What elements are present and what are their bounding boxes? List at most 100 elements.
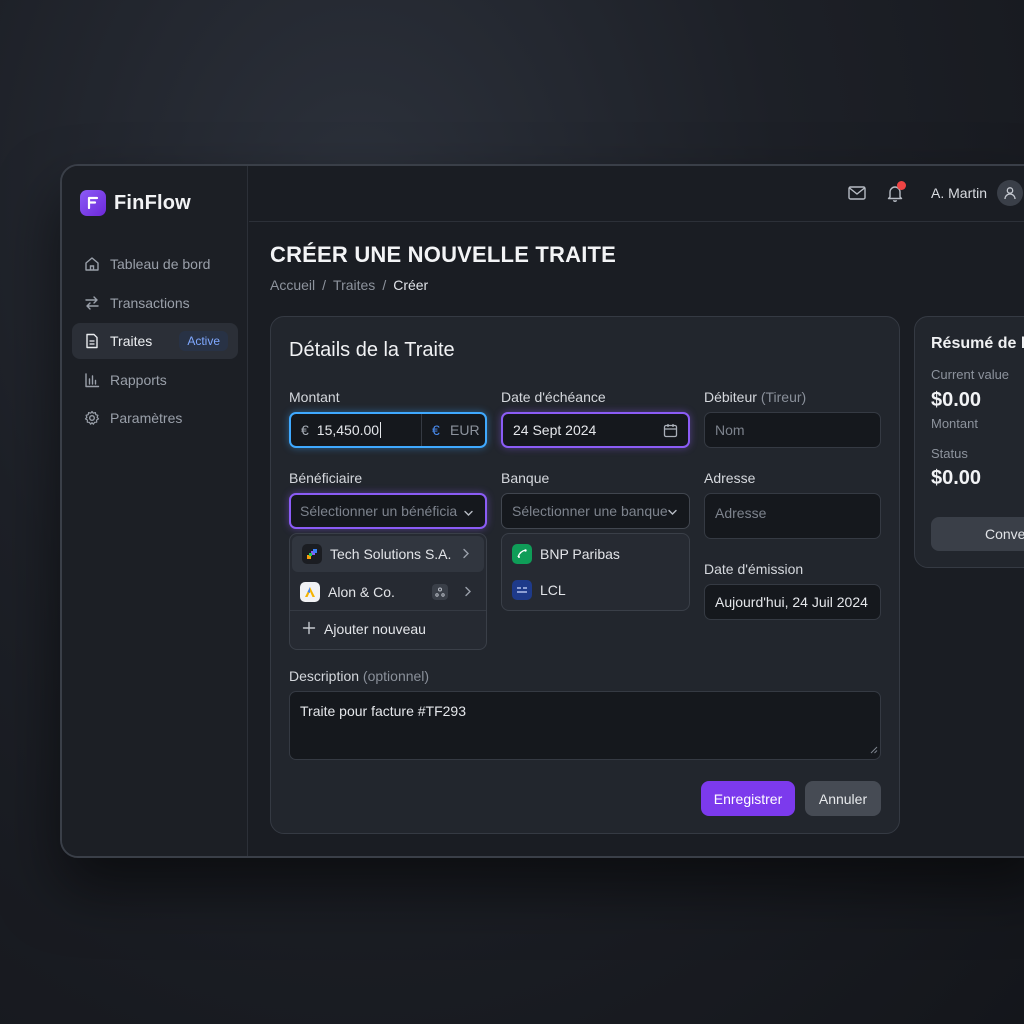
topbar: A. Martin [249, 166, 1024, 222]
beneficiaire-select[interactable]: Sélectionner un bénéficiair [289, 493, 487, 529]
option-label: Ajouter nouveau [324, 621, 426, 637]
beneficiaire-placeholder: Sélectionner un bénéficiair [300, 503, 458, 519]
share-icon[interactable] [432, 584, 448, 600]
status-label: Status [931, 446, 968, 461]
lcl-logo-icon [512, 580, 532, 600]
breadcrumb: Accueil / Traites / Créer [270, 277, 428, 293]
alon-logo-icon [300, 582, 320, 602]
resize-handle-icon[interactable] [870, 741, 878, 757]
summary-title: Résumé de la [931, 335, 1024, 352]
banque-dropdown: BNP Paribas LCL [501, 533, 690, 611]
sidebar-item-traites[interactable]: Traites Active [72, 323, 238, 360]
breadcrumb-current: Créer [393, 277, 429, 293]
debiteur-placeholder: Nom [715, 422, 745, 438]
bnp-paribas-logo-icon [512, 544, 532, 564]
adresse-input[interactable]: Adresse [704, 493, 881, 539]
banque-select[interactable]: Sélectionner une banque [501, 493, 690, 529]
page-title: CRÉER UNE NOUVELLE TRAITE [270, 242, 617, 267]
debiteur-label-hint: (Tireur) [760, 389, 807, 405]
sidebar-item-rapports[interactable]: Rapports [72, 362, 238, 398]
avatar[interactable] [997, 180, 1024, 206]
echeance-value: 24 Sept 2024 [513, 422, 597, 438]
summary-card: Résumé de la Current value $0.00 Montant… [914, 316, 1024, 568]
sidebar-item-label: Traites [110, 333, 153, 350]
banque-option-bnp[interactable]: BNP Paribas [502, 536, 689, 572]
beneficiaire-option-tech-solutions[interactable]: Tech Solutions S.A. [292, 536, 484, 572]
beneficiaire-label: Bénéficiaire [289, 470, 363, 486]
home-icon [84, 256, 100, 272]
echeance-label: Date d'échéance [501, 389, 606, 405]
add-new-beneficiaire[interactable]: Ajouter nouveau [290, 611, 486, 647]
sidebar-item-transactions[interactable]: Transactions [72, 285, 238, 321]
description-label-hint: (optionnel) [362, 668, 430, 684]
debiteur-input[interactable]: Nom [704, 412, 881, 448]
breadcrumb-accueil[interactable]: Accueil [270, 277, 315, 293]
banque-label: Banque [501, 470, 550, 486]
banque-option-lcl[interactable]: LCL [502, 572, 689, 608]
document-icon [84, 333, 100, 349]
cancel-button[interactable]: Annuler [805, 781, 881, 816]
status-value: $0.00 [931, 467, 982, 489]
arrows-swap-icon [84, 295, 100, 311]
adresse-label: Adresse [704, 470, 756, 486]
chevron-right-icon [464, 584, 472, 600]
sidebar-item-parametres[interactable]: Paramètres [72, 400, 238, 436]
description-textarea[interactable]: Traite pour facture #TF293 [289, 691, 881, 760]
finflow-logo-icon [80, 190, 106, 216]
chevron-right-icon [462, 546, 470, 562]
debiteur-label-text: Débiteur [704, 389, 757, 405]
emission-value: Aujourd'hui, 24 Juil 2024 [715, 594, 868, 610]
tech-solutions-logo-icon [302, 544, 322, 564]
beneficiaire-dropdown: Tech Solutions S.A. Alon & Co. Ajouter n… [289, 533, 487, 650]
convert-button[interactable]: Convert [931, 517, 1024, 551]
bell-icon[interactable] [883, 181, 907, 205]
echeance-date-field[interactable]: 24 Sept 2024 [501, 412, 690, 448]
adresse-placeholder: Adresse [715, 505, 767, 521]
sidebar-item-label: Paramètres [110, 410, 183, 427]
breadcrumb-separator: / [382, 277, 387, 293]
currency-code[interactable]: EUR [450, 422, 480, 438]
option-label: LCL [540, 582, 566, 598]
euro-symbol: € [301, 422, 309, 438]
sidebar-nav: Tableau de bord Transactions Traites Act… [72, 246, 238, 439]
sidebar-item-label: Rapports [110, 371, 167, 388]
debiteur-label: Débiteur (Tireur) [704, 389, 806, 405]
user-name[interactable]: A. Martin [931, 185, 987, 201]
euro-symbol-accent: € [432, 422, 440, 438]
emission-label: Date d'émission [704, 561, 804, 577]
montant-field[interactable]: € 15,450.00 € EUR [289, 412, 487, 448]
description-value: Traite pour facture #TF293 [300, 703, 467, 719]
mail-icon[interactable] [845, 181, 869, 205]
breadcrumb-separator: / [322, 277, 327, 293]
breadcrumb-traites[interactable]: Traites [333, 277, 375, 293]
option-label: Alon & Co. [328, 584, 395, 600]
beneficiaire-option-alon[interactable]: Alon & Co. [290, 574, 486, 610]
description-label: Description (optionnel) [289, 668, 429, 684]
card-title: Détails de la Traite [289, 339, 455, 361]
chevron-down-icon [667, 505, 678, 521]
plus-icon [302, 621, 316, 638]
banque-placeholder: Sélectionner une banque [512, 503, 668, 519]
field-divider [421, 414, 422, 446]
option-label: BNP Paribas [540, 546, 620, 562]
brand[interactable]: FinFlow [80, 190, 191, 216]
emission-date-field[interactable]: Aujourd'hui, 24 Juil 2024 [704, 584, 881, 620]
text-cursor [380, 422, 382, 438]
traite-details-card: Détails de la Traite Montant Date d'éché… [270, 316, 900, 834]
sidebar-item-tableau-de-bord[interactable]: Tableau de bord [72, 246, 238, 282]
current-value: $0.00 [931, 389, 982, 411]
app-window: FinFlow Tableau de bord Transactions Tra… [60, 164, 1024, 858]
bar-chart-icon [84, 372, 100, 388]
description-label-text: Description [289, 668, 360, 684]
current-value-label: Current value [931, 367, 1010, 382]
active-badge: Active [179, 331, 228, 352]
topbar-actions: A. Martin [845, 180, 1024, 206]
notification-dot [897, 181, 906, 190]
save-button[interactable]: Enregistrer [701, 781, 795, 816]
chevron-down-icon [463, 506, 474, 522]
sidebar-item-label: Transactions [110, 294, 190, 311]
montant-value: 15,450.00 [316, 422, 380, 438]
montant-summary-label: Montant [931, 416, 978, 431]
montant-label: Montant [289, 389, 340, 405]
calendar-icon[interactable] [663, 423, 678, 441]
